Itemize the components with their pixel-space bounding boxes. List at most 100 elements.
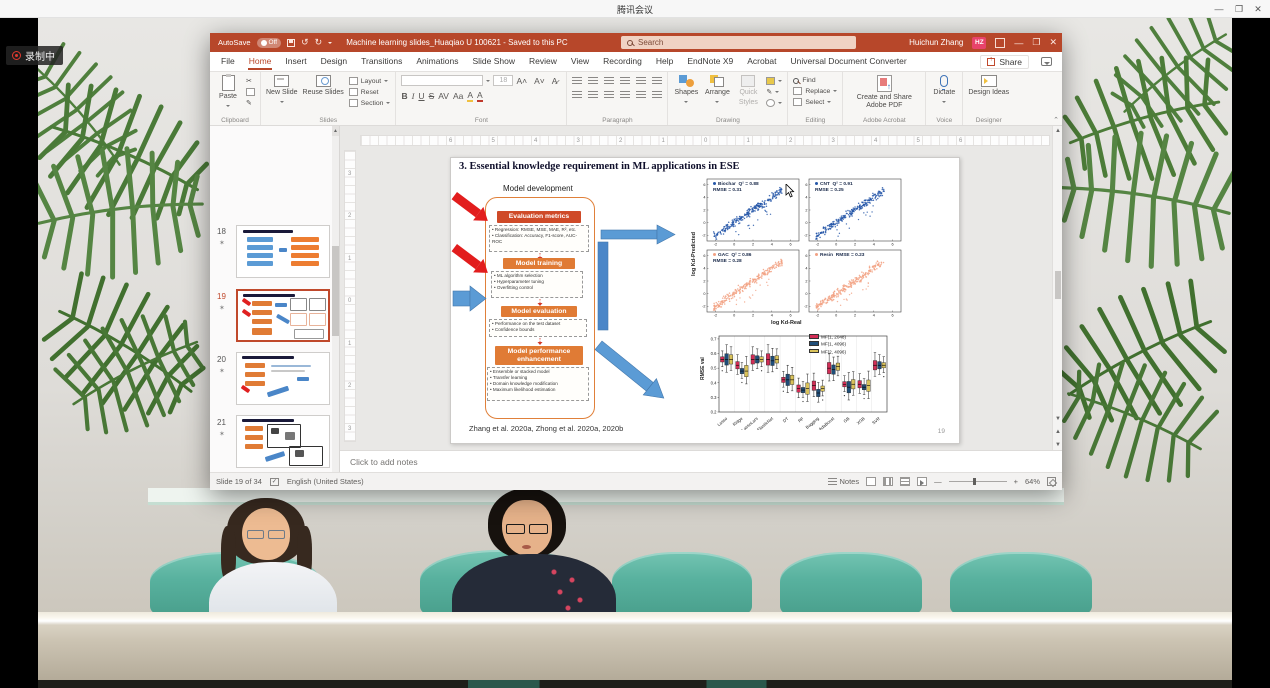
scrollbar-thumb[interactable] — [1055, 271, 1061, 299]
stage-bullets[interactable]: ML algorithm selectionHyperparameter tun… — [491, 271, 583, 298]
search-input[interactable]: Search — [621, 36, 856, 49]
tab-endnote[interactable]: EndNote X9 — [686, 53, 734, 70]
bullets-icon[interactable] — [572, 77, 582, 85]
quick-styles-button[interactable]: Quick Styles — [735, 75, 761, 114]
ppt-minimize-icon[interactable]: — — [1014, 38, 1023, 48]
tab-insert[interactable]: Insert — [284, 53, 307, 70]
line-spacing-icon[interactable] — [636, 77, 646, 85]
minimize-icon[interactable]: — — [1212, 2, 1226, 16]
text-direction-icon[interactable] — [652, 77, 662, 85]
slideshow-button[interactable] — [917, 477, 927, 486]
stage-heading[interactable]: Evaluation metrics — [497, 211, 581, 223]
slide-thumbnail-21[interactable] — [236, 415, 330, 468]
align-center-icon[interactable] — [588, 91, 598, 99]
justify-icon[interactable] — [620, 91, 630, 99]
tab-review[interactable]: Review — [528, 53, 558, 70]
slide-thumbnail-18[interactable] — [236, 225, 330, 278]
align-right-icon[interactable] — [604, 91, 614, 99]
zoom-level[interactable]: 64% — [1025, 477, 1040, 486]
zoom-slider[interactable] — [949, 481, 1007, 482]
tab-acrobat[interactable]: Acrobat — [746, 53, 777, 70]
tab-transitions[interactable]: Transitions — [360, 53, 403, 70]
user-name[interactable]: Huichun Zhang — [909, 38, 963, 47]
shape-effects-button[interactable] — [766, 99, 782, 107]
thumbnail-scrollbar[interactable]: ▲ — [332, 126, 339, 472]
create-pdf-button[interactable]: Create and Share Adobe PDF — [848, 75, 920, 114]
tab-recording[interactable]: Recording — [602, 53, 643, 70]
character-spacing-button[interactable]: AV — [438, 91, 449, 101]
recording-badge[interactable]: 录制中 — [6, 46, 63, 65]
notes-pane[interactable]: Click to add notes — [340, 450, 1062, 472]
design-ideas-button[interactable]: Design Ideas — [968, 75, 1009, 114]
zoom-slider-thumb[interactable] — [973, 478, 976, 485]
slide-thumbnail-20[interactable] — [236, 352, 330, 405]
increase-indent-icon[interactable] — [620, 77, 630, 85]
shapes-button[interactable]: Shapes — [673, 75, 699, 114]
normal-view-button[interactable] — [866, 477, 876, 486]
font-name-select[interactable] — [401, 75, 483, 86]
tab-home[interactable]: Home — [248, 53, 273, 70]
scroll-up-icon[interactable]: ▲ — [1053, 126, 1062, 136]
spellcheck-icon[interactable]: ✓ — [270, 478, 279, 486]
stage-heading[interactable]: Model evaluation — [501, 306, 577, 317]
shape-outline-button[interactable]: ✎ — [766, 88, 782, 96]
share-button[interactable]: Share — [980, 55, 1029, 69]
tab-view[interactable]: View — [570, 53, 590, 70]
stage-heading[interactable]: Model performance enhancement — [495, 346, 583, 365]
stage-bullets[interactable]: Performance on the test datasetConfidenc… — [489, 319, 587, 337]
scroll-up-icon[interactable]: ▲ — [332, 126, 339, 136]
stage-bullets[interactable]: Ensemble or stacked modelTransfer learni… — [487, 367, 589, 401]
align-left-icon[interactable] — [572, 91, 582, 99]
shrink-font-icon[interactable]: A˅ — [534, 76, 545, 86]
tab-file[interactable]: File — [220, 53, 236, 70]
tab-design[interactable]: Design — [320, 53, 348, 70]
next-slide-icon[interactable]: ▼ — [1053, 440, 1062, 450]
ppt-restore-icon[interactable]: ❐ — [1032, 37, 1040, 48]
dictate-button[interactable]: Dictate — [931, 75, 957, 114]
section-button[interactable]: Section — [349, 99, 391, 107]
tab-udc[interactable]: Universal Document Converter — [790, 53, 908, 70]
replace-button[interactable]: Replace — [793, 87, 837, 95]
tab-help[interactable]: Help — [655, 53, 674, 70]
autosave-toggle[interactable]: Off — [257, 38, 282, 48]
strikethrough-button[interactable]: S — [429, 91, 435, 101]
font-color-button[interactable]: A — [477, 90, 483, 102]
tab-animations[interactable]: Animations — [415, 53, 459, 70]
save-icon[interactable] — [287, 39, 295, 47]
previous-slide-icon[interactable]: ▲ — [1053, 427, 1062, 437]
main-scrollbar[interactable]: ▲ ▼ ▲ ▼ — [1052, 126, 1062, 450]
avatar[interactable]: HZ — [972, 37, 986, 49]
reuse-slides-button[interactable]: Reuse Slides — [303, 75, 344, 114]
columns-icon[interactable] — [636, 91, 646, 99]
comments-icon[interactable] — [1041, 57, 1052, 66]
slide-thumbnail-19[interactable] — [236, 289, 330, 342]
fit-to-window-icon[interactable] — [1047, 477, 1056, 486]
arrange-button[interactable]: Arrange — [704, 75, 730, 114]
scatter-figure[interactable]: -2-200224466-2-200224466-2-200224466-2-2… — [689, 174, 909, 328]
numbering-icon[interactable] — [588, 77, 598, 85]
bold-button[interactable]: B — [401, 91, 407, 101]
undo-icon[interactable]: ↺ — [301, 38, 309, 47]
find-button[interactable]: Find — [793, 77, 837, 84]
notes-toggle[interactable]: Notes — [828, 477, 860, 486]
ppt-close-icon[interactable]: ✕ — [1049, 37, 1057, 48]
language-selector[interactable]: English (United States) — [287, 477, 364, 486]
redo-icon[interactable]: ↻ — [315, 38, 323, 47]
cut-button[interactable]: ✂ — [246, 77, 255, 85]
copy-button[interactable] — [246, 88, 255, 96]
zoom-out-icon[interactable]: — — [934, 477, 942, 486]
reset-button[interactable]: Reset — [349, 88, 391, 96]
maximize-icon[interactable]: ❐ — [1232, 2, 1246, 16]
smartart-icon[interactable] — [652, 91, 662, 99]
highlight-color-button[interactable]: A — [467, 90, 473, 102]
paste-button[interactable]: Paste — [215, 75, 241, 114]
new-slide-button[interactable]: New Slide — [266, 75, 298, 114]
slide-sorter-button[interactable] — [883, 477, 893, 486]
ribbon-display-options-icon[interactable] — [995, 38, 1005, 48]
select-button[interactable]: Select — [793, 98, 837, 106]
stage-bullets[interactable]: Regression: RMSE, MSE, MAE, R², etc.Clas… — [489, 225, 589, 252]
scroll-down-icon[interactable]: ▼ — [1053, 414, 1062, 424]
qat-customize-icon[interactable] — [328, 42, 332, 46]
tab-slideshow[interactable]: Slide Show — [471, 53, 516, 70]
scrollbar-thumb[interactable] — [332, 246, 339, 336]
